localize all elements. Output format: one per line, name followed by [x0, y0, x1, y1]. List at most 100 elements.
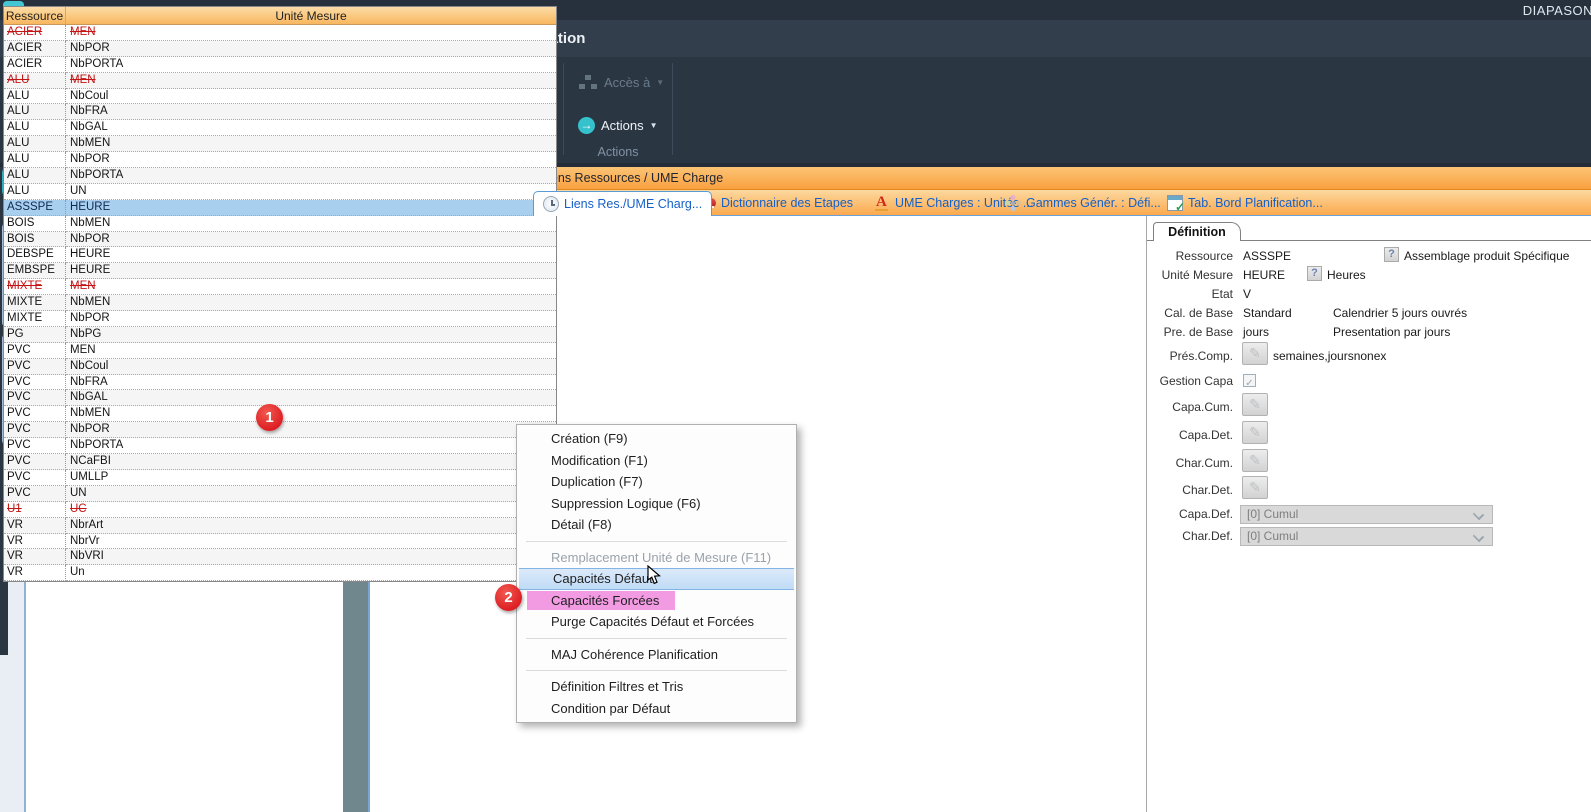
context-menu-item[interactable]: Suppression Logique (F6) — [517, 493, 796, 515]
table-row[interactable]: PVC UMLLP — [4, 470, 556, 486]
context-menu-item[interactable]: Capacités Forcées — [517, 590, 796, 612]
chevron-down-icon: ▼ — [656, 78, 664, 87]
cell-ressource: BOIS — [4, 216, 66, 232]
field-value: HEURE — [1243, 268, 1285, 282]
document-tab[interactable]: Liens Res./UME Charg... — [533, 191, 712, 216]
help-button[interactable]: ? — [1384, 247, 1399, 262]
table-row[interactable]: ALU NbFRA — [4, 104, 556, 120]
table-row[interactable]: PVC UN — [4, 486, 556, 502]
char-def-dropdown[interactable]: [0] Cumul — [1240, 527, 1493, 546]
cell-ressource: PVC — [4, 486, 66, 502]
ribbon-separator — [563, 63, 564, 155]
table-row[interactable]: VR NbrArt — [4, 518, 556, 534]
document-tab[interactable]: Dictionnaire des Etapes — [700, 190, 853, 216]
document-tab-label: Gammes Génér. : Défi... — [1026, 196, 1161, 210]
acces-a-button: Accès à ▼ — [578, 74, 664, 90]
table-row[interactable]: EMBSPE HEURE — [4, 263, 556, 279]
table-row[interactable]: PG NbPG — [4, 327, 556, 343]
field-capa-cum: Capa.Cum. — [1147, 397, 1591, 413]
field-label: Capa.Def. — [1147, 507, 1233, 521]
column-header-ressource[interactable]: Ressource — [4, 7, 66, 24]
context-menu-item-label: Capacités Forcées — [527, 591, 675, 610]
cell-ressource: ACIER — [4, 41, 66, 57]
column-header-unite-mesure[interactable]: Unité Mesure — [66, 7, 556, 24]
context-menu-item[interactable]: Définition Filtres et Tris — [517, 676, 796, 698]
document-tab[interactable]: Gammes Génér. : Défi... — [1005, 190, 1161, 216]
field-description: Heures — [1327, 268, 1366, 282]
context-menu-item-label: Suppression Logique (F6) — [517, 496, 701, 511]
context-menu-item[interactable]: Détail (F8) — [517, 514, 796, 536]
cell-unite-mesure: NbCoul — [66, 89, 556, 105]
field-value: jours — [1243, 325, 1269, 339]
context-menu-item[interactable] — [526, 541, 787, 542]
table-row[interactable]: BOIS NbMEN — [4, 216, 556, 232]
table-row[interactable]: PVC NbFRA — [4, 375, 556, 391]
help-button[interactable]: ? — [1307, 266, 1322, 281]
field-label: Etat — [1147, 287, 1233, 301]
resources-table: Ressource Unité Mesure ACIER MEN ACIER N… — [3, 6, 557, 582]
context-menu-item-label: Définition Filtres et Tris — [517, 679, 683, 694]
hand-edit-button[interactable] — [1242, 449, 1268, 472]
table-row[interactable]: ALU NbMEN — [4, 136, 556, 152]
context-menu-item-label: Création (F9) — [517, 431, 628, 446]
hand-edit-button[interactable] — [1242, 342, 1268, 365]
cell-unite-mesure: NbFRA — [66, 104, 556, 120]
table-row[interactable]: ALU UN — [4, 184, 556, 200]
cell-unite-mesure: NbPOR — [66, 152, 556, 168]
table-row[interactable]: MIXTE MEN — [4, 279, 556, 295]
checkbox-checked-icon[interactable] — [1243, 374, 1256, 387]
cell-unite-mesure: UN — [66, 486, 556, 502]
table-row[interactable]: BOIS NbPOR — [4, 232, 556, 248]
table-row[interactable]: PVC NbPORTA — [4, 438, 556, 454]
table-row[interactable]: ALU NbPOR — [4, 152, 556, 168]
field-gestion-capa: Gestion Capa — [1147, 374, 1591, 390]
field-description: Calendrier 5 jours ouvrés — [1333, 306, 1467, 320]
table-row[interactable]: DEBSPE HEURE — [4, 247, 556, 263]
context-menu-item[interactable] — [526, 638, 787, 639]
table-row[interactable]: MIXTE NbMEN — [4, 295, 556, 311]
cell-unite-mesure: NbGAL — [66, 120, 556, 136]
field-etat: Etat V — [1147, 287, 1591, 303]
context-menu-item[interactable]: Condition par Défaut — [517, 698, 796, 720]
cell-unite-mesure: MEN — [66, 73, 556, 89]
table-row[interactable]: ALU NbPORTA — [4, 168, 556, 184]
table-row[interactable]: VR NbVRI — [4, 549, 556, 565]
definition-tab[interactable]: Définition — [1153, 222, 1241, 241]
context-menu-item[interactable]: Duplication (F7) — [517, 471, 796, 493]
context-menu-item[interactable]: MAJ Cohérence Planification — [517, 644, 796, 666]
table-row[interactable]: ALU MEN — [4, 73, 556, 89]
table-row[interactable]: PVC MEN — [4, 343, 556, 359]
document-tab-icon — [874, 195, 890, 211]
table-row[interactable]: VR NbrVr — [4, 534, 556, 550]
table-row[interactable]: ACIER NbPOR — [4, 41, 556, 57]
table-row[interactable]: U1 UC — [4, 502, 556, 518]
cell-ressource: PG — [4, 327, 66, 343]
table-row[interactable]: MIXTE NbPOR — [4, 311, 556, 327]
table-row[interactable]: PVC NbCoul — [4, 359, 556, 375]
cell-ressource: ALU — [4, 89, 66, 105]
table-row[interactable]: ALU NbCoul — [4, 89, 556, 105]
context-menu-item[interactable]: Purge Capacités Défaut et Forcées — [517, 611, 796, 633]
hand-edit-button[interactable] — [1242, 421, 1268, 444]
table-row[interactable]: VR Un — [4, 565, 556, 581]
capa-def-dropdown[interactable]: [0] Cumul — [1240, 505, 1493, 524]
table-row[interactable]: PVC NbGAL — [4, 390, 556, 406]
hand-edit-button[interactable] — [1242, 476, 1268, 499]
table-row[interactable]: ALU NbGAL — [4, 120, 556, 136]
document-tab[interactable]: Tab. Bord Planification... — [1167, 190, 1323, 216]
actions-button[interactable]: Actions ▼ — [578, 117, 658, 134]
mouse-cursor-icon — [646, 565, 663, 590]
document-tab-bar: Gestion Commerciale ... Liens Res./UME C… — [368, 190, 1591, 216]
cell-unite-mesure: UC — [66, 502, 556, 518]
context-menu-item[interactable]: Création (F9) — [517, 428, 796, 450]
chevron-down-icon[interactable]: ▼ — [650, 121, 658, 130]
cell-unite-mesure: NbPORTA — [66, 57, 556, 73]
hand-edit-button[interactable] — [1242, 393, 1268, 416]
table-row[interactable]: ACIER MEN — [4, 25, 556, 41]
table-row[interactable]: PVC NCaFBI — [4, 454, 556, 470]
table-row[interactable]: ASSSPE HEURE — [4, 200, 556, 216]
table-row[interactable]: ACIER NbPORTA — [4, 57, 556, 73]
context-menu-item[interactable]: Modification (F1) — [517, 450, 796, 472]
field-label: Ressource — [1147, 249, 1233, 263]
context-menu-item[interactable] — [526, 670, 787, 671]
